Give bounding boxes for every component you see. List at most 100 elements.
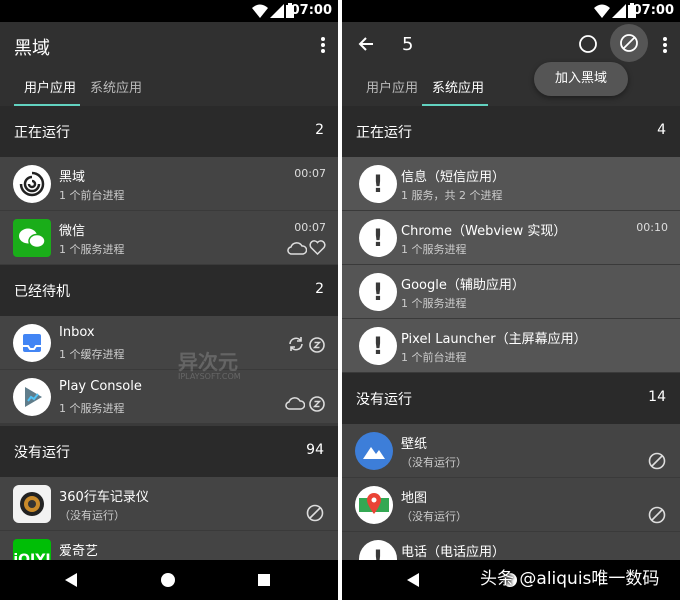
app-status: （没有运行）: [59, 509, 125, 522]
app-name: Chrome（Webview 实现）: [401, 224, 567, 239]
tab-system-apps[interactable]: 系统应用: [90, 77, 142, 96]
dashcam-app-icon: [13, 485, 51, 523]
app-name: Pixel Launcher（主屏幕应用）: [401, 332, 587, 347]
brevent-app-icon: [13, 165, 51, 203]
tab-bar: 用户应用 系统应用: [0, 70, 338, 106]
list-item[interactable]: 黑域 1 个前台进程 00:07: [0, 157, 338, 211]
alarm-icon: [309, 396, 325, 412]
app-status: 1 个服务进程: [401, 243, 467, 256]
app-name: 360行车记录仪: [59, 490, 149, 505]
app-bar: 5 用户应用 系统应用: [342, 22, 680, 106]
wifi-icon: [252, 4, 268, 18]
list-item[interactable]: 微信 1 个服务进程 00:07: [0, 211, 338, 265]
more-vert-icon[interactable]: [320, 36, 326, 54]
list-item[interactable]: ! 信息（短信应用） 1 服务，共 2 个进程: [342, 157, 680, 211]
warning-icon: !: [359, 327, 397, 365]
warning-icon: !: [359, 165, 397, 203]
app-name: 微信: [59, 224, 86, 239]
list-item[interactable]: ! Google（辅助应用） 1 个服务进程: [342, 265, 680, 319]
tab-user-apps[interactable]: 用户应用: [24, 77, 76, 96]
app-status: 1 个服务进程: [59, 402, 125, 415]
clock: 07:00: [290, 3, 332, 18]
block-button[interactable]: [610, 24, 648, 62]
tab-user-apps[interactable]: 用户应用: [366, 77, 418, 96]
wechat-app-icon: [13, 219, 51, 257]
section-count: 2: [315, 122, 324, 138]
section-header: 正在运行 2: [0, 106, 338, 157]
section-title: 已经待机: [14, 284, 70, 300]
warning-icon: !: [359, 273, 397, 311]
list-item[interactable]: 壁纸 （没有运行）: [342, 424, 680, 478]
app-time: 00:10: [636, 221, 668, 234]
app-status: 1 个服务进程: [59, 243, 125, 256]
back-arrow-icon[interactable]: [358, 36, 374, 52]
section-title: 没有运行: [14, 445, 70, 461]
block-icon: [620, 34, 638, 52]
list-item[interactable]: Play Console 1 个服务进程: [0, 370, 338, 424]
list-item[interactable]: ! Chrome（Webview 实现） 1 个服务进程 00:10: [342, 211, 680, 265]
section-header: 已经待机 2: [0, 265, 338, 316]
heart-icon: [309, 240, 326, 255]
inbox-app-icon: [13, 324, 51, 362]
list-item[interactable]: Inbox 1 个缓存进程: [0, 316, 338, 370]
app-status: （没有运行）: [401, 456, 467, 469]
app-list: 正在运行 4 ! 信息（短信应用） 1 服务，共 2 个进程 ! Chrome（…: [342, 106, 680, 560]
svg-text:iQIYI: iQIYI: [13, 552, 50, 560]
app-status: （没有运行）: [401, 510, 467, 523]
tab-system-apps[interactable]: 系统应用: [432, 77, 484, 96]
maps-app-icon: [355, 486, 393, 524]
status-bar: 07:00: [342, 0, 680, 22]
nav-home-icon[interactable]: [161, 573, 175, 587]
cloud-icon: [287, 242, 307, 255]
watermark-brand: 异次元: [178, 350, 238, 374]
app-name: Play Console: [59, 379, 142, 394]
signal-icon: [270, 4, 284, 18]
watermark-domain: IPLAYSOFT.COM: [178, 372, 241, 381]
wifi-icon: [594, 4, 610, 18]
app-name: 爱奇艺: [59, 544, 99, 559]
status-bar: 07:00: [0, 0, 338, 22]
tab-bar: 用户应用 系统应用: [342, 70, 680, 106]
nav-recents-icon[interactable]: [258, 574, 270, 586]
section-count: 94: [306, 442, 324, 458]
left-screen: 07:00 黑域 用户应用 系统应用 正在运行 2 黑域 1 个前台进程 00:…: [0, 0, 338, 600]
app-name: 电话（电话应用）: [401, 545, 506, 560]
list-item[interactable]: iQIYI 爱奇艺: [0, 531, 338, 560]
app-status: 1 个服务进程: [401, 297, 467, 310]
app-status: 1 个缓存进程: [59, 348, 125, 361]
more-vert-icon[interactable]: [662, 36, 668, 54]
app-name: Google（辅助应用）: [401, 278, 525, 293]
app-status: 1 个前台进程: [401, 351, 467, 364]
app-status: 1 个前台进程: [59, 189, 125, 202]
section-title: 正在运行: [356, 125, 412, 141]
circle-icon[interactable]: [578, 34, 598, 54]
app-name: 信息（短信应用）: [401, 170, 506, 185]
warning-icon: !: [359, 540, 397, 560]
list-item[interactable]: 地图 （没有运行）: [342, 478, 680, 532]
block-icon[interactable]: [306, 504, 324, 522]
selection-count: 5: [402, 34, 414, 55]
app-name: 地图: [401, 491, 428, 506]
iqiyi-app-icon: iQIYI: [13, 539, 51, 560]
app-name: 壁纸: [401, 437, 428, 452]
play-console-app-icon: [13, 378, 51, 416]
nav-back-icon[interactable]: [65, 573, 77, 587]
section-count: 14: [648, 389, 666, 405]
section-title: 没有运行: [356, 392, 412, 408]
app-list: 正在运行 2 黑域 1 个前台进程 00:07 微信 1 个服务进程 00:07…: [0, 106, 338, 560]
section-header: 没有运行 94: [0, 426, 338, 477]
toutiao-watermark: 头条 @aliquis唯一数码: [480, 569, 660, 589]
alarm-icon: [309, 337, 325, 353]
nav-back-icon[interactable]: [407, 573, 419, 587]
nav-bar: [0, 560, 338, 600]
app-time: 00:07: [294, 167, 326, 180]
section-count: 4: [657, 122, 666, 138]
block-icon[interactable]: [648, 452, 666, 470]
list-item[interactable]: ! Pixel Launcher（主屏幕应用） 1 个前台进程: [342, 319, 680, 373]
section-count: 2: [315, 281, 324, 297]
app-status: 1 服务，共 2 个进程: [401, 189, 503, 202]
list-item[interactable]: ! 电话（电话应用）: [342, 532, 680, 560]
block-icon[interactable]: [648, 506, 666, 524]
list-item[interactable]: 360行车记录仪 （没有运行）: [0, 477, 338, 531]
page-title: 黑域: [14, 38, 50, 59]
